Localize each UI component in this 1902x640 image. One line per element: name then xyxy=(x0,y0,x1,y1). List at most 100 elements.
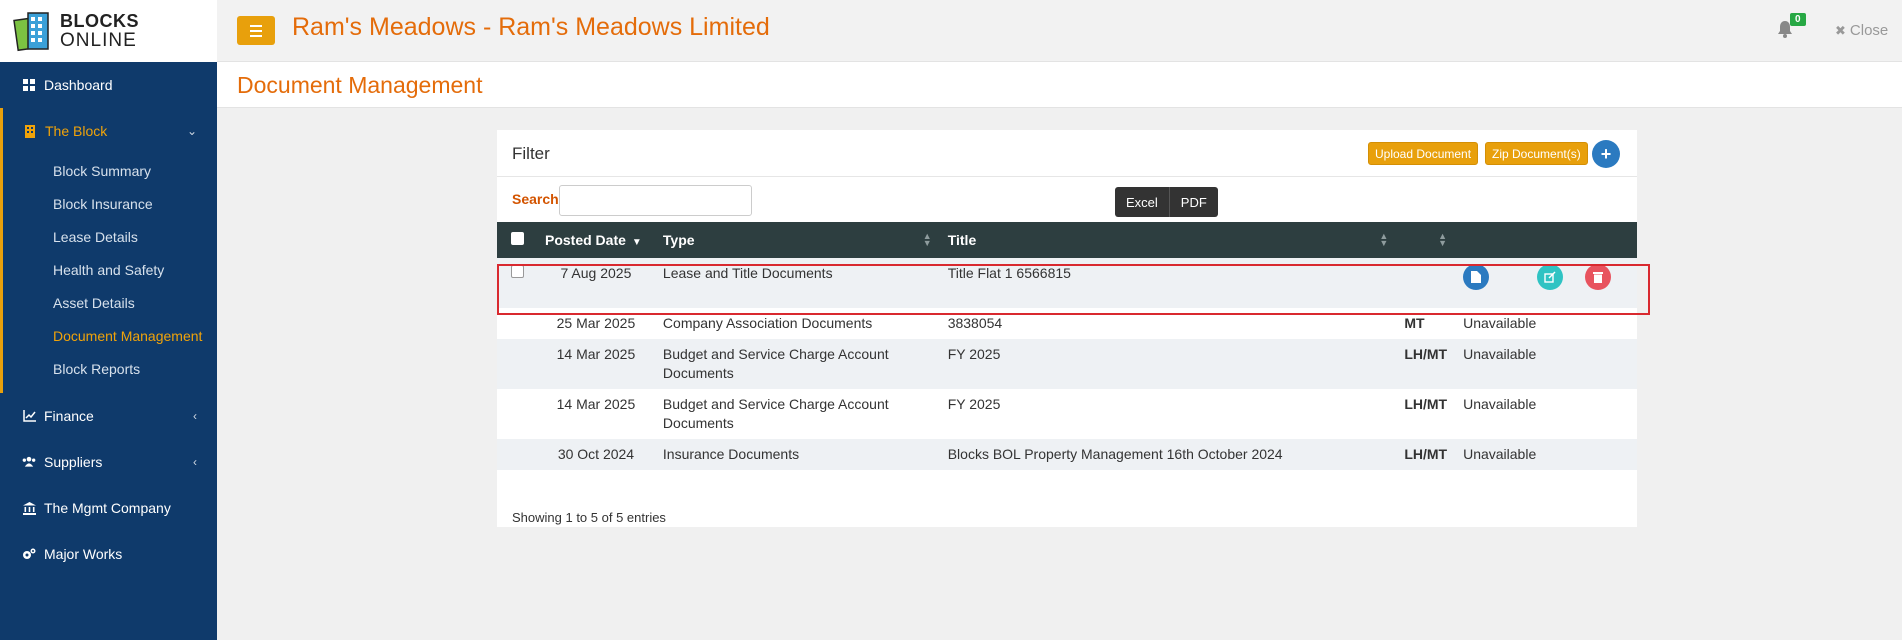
access-cell xyxy=(1396,258,1455,308)
sidebar-item-suppliers[interactable]: Suppliers ‹ xyxy=(0,439,217,485)
row-checkbox[interactable] xyxy=(511,265,524,278)
logo-line-2: ONLINE xyxy=(60,30,137,51)
excel-export-button[interactable]: Excel xyxy=(1115,187,1169,217)
sidebar-item-label: Suppliers xyxy=(44,454,103,470)
chevron-left-icon: ‹ xyxy=(193,455,197,469)
pdf-export-button[interactable]: PDF xyxy=(1168,187,1218,217)
status-cell: Unavailable xyxy=(1463,315,1537,331)
sidebar-item-finance[interactable]: Finance ‹ xyxy=(0,393,217,439)
table-row[interactable]: 14 Mar 2025 Budget and Service Charge Ac… xyxy=(497,339,1637,389)
column-label: Title xyxy=(947,232,977,248)
close-icon: ✖ xyxy=(1835,23,1846,38)
status-cell: Unavailable xyxy=(1463,346,1537,362)
sidebar-subitem-lease-details[interactable]: Lease Details xyxy=(3,220,217,253)
column-header-access[interactable]: ▲ ▼ xyxy=(1396,222,1455,258)
table-info: Showing 1 to 5 of 5 entries xyxy=(512,510,666,525)
access-cell: MT xyxy=(1404,315,1425,331)
column-label: Posted Date xyxy=(544,232,626,248)
building-logo-icon xyxy=(12,9,56,53)
edit-icon[interactable] xyxy=(1536,264,1563,290)
add-button[interactable]: + xyxy=(1592,140,1620,168)
sidebar-item-mgmt-company[interactable]: The Mgmt Company xyxy=(0,485,217,531)
access-cell: LH/MT xyxy=(1404,346,1448,362)
export-button-group: Excel PDF xyxy=(1115,187,1218,217)
menu-toggle-button[interactable] xyxy=(237,16,275,45)
access-cell: LH/MT xyxy=(1404,396,1448,412)
sidebar-subitem-block-summary[interactable]: Block Summary xyxy=(3,154,217,187)
logo-line-1: BLOCKS xyxy=(60,11,139,31)
users-icon xyxy=(22,455,36,469)
type-cell: Budget and Service Charge Account Docume… xyxy=(662,396,889,431)
table-row[interactable]: 7 Aug 2025 Lease and Title Documents Tit… xyxy=(497,258,1637,308)
chevron-down-icon: ⌄ xyxy=(186,124,197,138)
access-cell: LH/MT xyxy=(1404,446,1448,462)
status-cell: Unavailable xyxy=(1463,396,1537,412)
sidebar-item-label: Dashboard xyxy=(44,77,113,93)
sidebar-item-label: The Block xyxy=(45,123,108,139)
title-cell: 3838054 xyxy=(947,315,1003,331)
posted-date-cell: 7 Aug 2025 xyxy=(560,265,632,281)
filter-title: Filter xyxy=(512,144,550,163)
sidebar-item-the-block[interactable]: The Block ⌄ xyxy=(3,108,217,154)
type-cell: Lease and Title Documents xyxy=(662,265,833,281)
zip-documents-button[interactable]: Zip Document(s) xyxy=(1485,142,1588,165)
actions-cell xyxy=(1455,258,1637,308)
page-title: Document Management xyxy=(237,72,483,98)
sidebar-item-label: Major Works xyxy=(44,546,123,562)
title-cell: FY 2025 xyxy=(947,396,1001,412)
site-title: Ram's Meadows - Ram's Meadows Limited xyxy=(292,13,770,41)
dashboard-icon xyxy=(22,78,36,92)
view-document-icon[interactable] xyxy=(1463,264,1490,290)
select-all-checkbox[interactable] xyxy=(511,232,524,245)
title-cell: FY 2025 xyxy=(947,346,1001,362)
status-cell: Unavailable xyxy=(1463,446,1537,462)
search-label: Search xyxy=(512,191,559,207)
close-button[interactable]: ✖ Close xyxy=(1835,22,1888,39)
documents-table: Posted Date ▼ Type ▲ ▼ Title ▲ ▼ ▲ ▼ 7 Aug 202… xyxy=(497,222,1637,470)
title-cell: Title Flat 1 6566815 xyxy=(947,265,1071,281)
sidebar-subitem-block-insurance[interactable]: Block Insurance xyxy=(3,187,217,220)
sidebar-subitem-asset-details[interactable]: Asset Details xyxy=(3,286,217,319)
sidebar-item-major-works[interactable]: Major Works xyxy=(0,531,217,577)
column-header-type[interactable]: Type ▲ ▼ xyxy=(655,222,940,258)
title-cell: Blocks BOL Property Management 16th Octo… xyxy=(947,446,1283,462)
sidebar-subitem-health-and-safety[interactable]: Health and Safety xyxy=(3,253,217,286)
line-chart-icon xyxy=(22,409,36,423)
bank-icon xyxy=(22,501,36,515)
upload-document-button[interactable]: Upload Document xyxy=(1368,142,1479,165)
sidebar-item-dashboard[interactable]: Dashboard xyxy=(0,62,217,108)
posted-date-cell: 30 Oct 2024 xyxy=(557,446,635,462)
column-label: Type xyxy=(662,232,695,248)
type-cell: Company Association Documents xyxy=(662,315,873,331)
sort-icon: ▲ ▼ xyxy=(922,231,932,248)
filter-card: Filter Upload Document Zip Document(s) +… xyxy=(497,130,1637,527)
chevron-left-icon: ‹ xyxy=(193,409,197,423)
sidebar-item-label: Finance xyxy=(44,408,94,424)
sidebar: BLOCKS ONLINE Dashboard The Block ⌄ Bloc… xyxy=(0,0,217,640)
sort-desc-icon: ▼ xyxy=(631,237,642,248)
header: Ram's Meadows - Ram's Meadows Limited 0 … xyxy=(217,0,1902,62)
column-header-title[interactable]: Title ▲ ▼ xyxy=(940,222,1397,258)
column-header-actions xyxy=(1455,222,1637,258)
posted-date-cell: 25 Mar 2025 xyxy=(556,315,636,331)
sidebar-subitem-block-reports[interactable]: Block Reports xyxy=(3,352,217,385)
notification-badge: 0 xyxy=(1790,13,1806,26)
table-row[interactable]: 30 Oct 2024 Insurance Documents Blocks B… xyxy=(497,439,1637,470)
building-icon xyxy=(23,124,37,138)
posted-date-cell: 14 Mar 2025 xyxy=(556,346,636,362)
sort-icon: ▲ ▼ xyxy=(1438,231,1448,248)
type-cell: Insurance Documents xyxy=(662,446,800,462)
table-row[interactable]: 14 Mar 2025 Budget and Service Charge Ac… xyxy=(497,389,1637,439)
search-input[interactable] xyxy=(559,185,752,216)
page-header: Document Management xyxy=(217,62,1902,108)
posted-date-cell: 14 Mar 2025 xyxy=(556,396,636,412)
sidebar-item-label: The Mgmt Company xyxy=(44,500,171,516)
column-header-posted-date[interactable]: Posted Date ▼ xyxy=(537,222,655,258)
delete-icon[interactable] xyxy=(1584,264,1611,290)
table-row[interactable]: 25 Mar 2025 Company Association Document… xyxy=(497,308,1637,339)
close-label: Close xyxy=(1849,22,1889,39)
type-cell: Budget and Service Charge Account Docume… xyxy=(662,346,889,381)
sort-icon: ▲ ▼ xyxy=(1379,231,1389,248)
sidebar-subitem-document-management[interactable]: Document Management xyxy=(3,319,217,352)
logo[interactable]: BLOCKS ONLINE xyxy=(0,0,217,62)
